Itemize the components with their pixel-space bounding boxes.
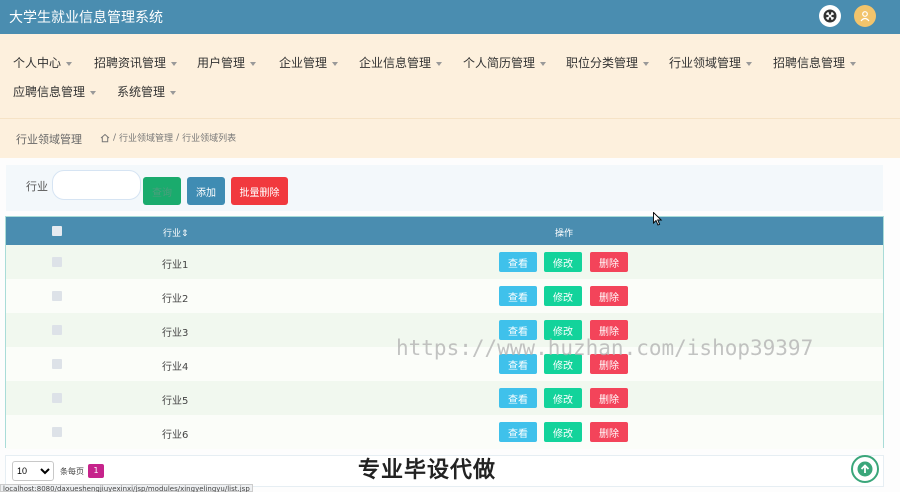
main-nav: 个人中心 招聘资讯管理 用户管理 企业管理 企业信息管理 个人简历管理 职位分类… [0, 34, 900, 118]
edit-button[interactable]: 修改 [544, 252, 582, 272]
industry-name: 行业6 [162, 430, 189, 441]
industry-name: 行业3 [162, 328, 189, 339]
view-button[interactable]: 查看 [499, 388, 537, 408]
fullscreen-icon[interactable] [819, 5, 841, 27]
page-title: 行业领域管理 [16, 133, 82, 146]
table-row: 行业4 查看 修改 删除 [6, 347, 883, 381]
edit-button[interactable]: 修改 [544, 422, 582, 442]
nav-item-applications[interactable]: 应聘信息管理 [13, 83, 97, 100]
expand-icon [823, 9, 837, 23]
caret-down-icon [170, 90, 177, 95]
nav-item-companies[interactable]: 企业管理 [279, 54, 339, 71]
view-button[interactable]: 查看 [499, 354, 537, 374]
industry-search-input[interactable] [52, 170, 141, 200]
back-to-top-button[interactable] [851, 455, 879, 483]
search-label: 行业 [26, 180, 48, 193]
edit-button[interactable]: 修改 [544, 354, 582, 374]
delete-button[interactable]: 删除 [590, 252, 628, 272]
table-row: 行业2 查看 修改 删除 [6, 279, 883, 313]
row-checkbox[interactable] [52, 393, 62, 403]
nav-item-resumes[interactable]: 个人简历管理 [463, 54, 547, 71]
row-checkbox[interactable] [52, 291, 62, 301]
industry-name: 行业5 [162, 396, 189, 407]
caret-down-icon [66, 61, 73, 66]
nav-item-recruit-news[interactable]: 招聘资讯管理 [94, 54, 178, 71]
app-title: 大学生就业信息管理系统 [9, 10, 163, 26]
delete-button[interactable]: 删除 [590, 320, 628, 340]
caret-down-icon [850, 61, 857, 66]
industry-name: 行业1 [162, 260, 189, 271]
edit-button[interactable]: 修改 [544, 388, 582, 408]
delete-button[interactable]: 删除 [590, 354, 628, 374]
breadcrumb-separator: / [176, 132, 180, 143]
caret-down-icon [332, 61, 339, 66]
table-header: 行业⇕ 操作 [6, 217, 883, 245]
table-row: 行业1 查看 修改 删除 [6, 245, 883, 279]
caret-down-icon [436, 61, 443, 66]
data-table: 行业⇕ 操作 行业1 查看 修改 删除 行业2 查看 修改 删除 行业3 查看 … [5, 216, 884, 449]
search-area: 行业 查询 添加 批量删除 [6, 165, 883, 211]
avatar[interactable] [854, 5, 876, 27]
caret-down-icon [90, 90, 97, 95]
breadcrumb-bar: 行业领域管理 / 行业领域管理 / 行业领域列表 [0, 118, 900, 158]
caret-down-icon [540, 61, 547, 66]
industry-name: 行业4 [162, 362, 189, 373]
nav-item-personal-center[interactable]: 个人中心 [13, 54, 73, 71]
view-button[interactable]: 查看 [499, 422, 537, 442]
row-checkbox[interactable] [52, 257, 62, 267]
breadcrumb-item[interactable]: 行业领域管理 [119, 131, 173, 144]
nav-item-system[interactable]: 系统管理 [117, 83, 177, 100]
breadcrumb: / 行业领域管理 / 行业领域列表 [100, 131, 236, 144]
edit-button[interactable]: 修改 [544, 286, 582, 306]
caret-down-icon [250, 61, 257, 66]
view-button[interactable]: 查看 [499, 286, 537, 306]
per-page-label: 条每页 [60, 467, 84, 476]
table-row: 行业5 查看 修改 删除 [6, 381, 883, 415]
top-bar: 大学生就业信息管理系统 [0, 0, 900, 34]
status-bar-url: localhost:8080/daxueshengjiuyexinxi/jsp/… [0, 484, 253, 492]
delete-button[interactable]: 删除 [590, 286, 628, 306]
nav-item-recruit-info[interactable]: 招聘信息管理 [773, 54, 857, 71]
caret-down-icon [171, 61, 178, 66]
batch-delete-button[interactable]: 批量删除 [231, 177, 288, 205]
mouse-cursor-icon [653, 212, 663, 226]
view-button[interactable]: 查看 [499, 252, 537, 272]
promo-text: 专业毕设代做 [358, 458, 497, 483]
arrow-up-icon [857, 461, 873, 477]
page-size-select[interactable]: 10 [12, 461, 54, 481]
nav-item-job-categories[interactable]: 职位分类管理 [566, 54, 650, 71]
edit-button[interactable]: 修改 [544, 320, 582, 340]
table-row: 行业6 查看 修改 删除 [6, 415, 883, 449]
search-button[interactable]: 查询 [143, 177, 181, 205]
delete-button[interactable]: 删除 [590, 422, 628, 442]
row-checkbox[interactable] [52, 359, 62, 369]
industry-name: 行业2 [162, 294, 189, 305]
select-all-checkbox[interactable] [52, 226, 62, 236]
add-button[interactable]: 添加 [187, 177, 225, 205]
row-checkbox[interactable] [52, 325, 62, 335]
breadcrumb-separator: / [113, 132, 117, 143]
view-button[interactable]: 查看 [499, 320, 537, 340]
user-icon [860, 11, 870, 22]
home-icon[interactable] [100, 133, 110, 143]
table-row: 行业3 查看 修改 删除 [6, 313, 883, 347]
column-header-actions: 操作 [555, 229, 574, 239]
nav-item-users[interactable]: 用户管理 [197, 54, 257, 71]
nav-item-industry-fields[interactable]: 行业领域管理 [669, 54, 753, 71]
page-number-current[interactable]: 1 [88, 464, 104, 478]
column-header-industry[interactable]: 行业⇕ [163, 226, 189, 239]
row-checkbox[interactable] [52, 427, 62, 437]
delete-button[interactable]: 删除 [590, 388, 628, 408]
caret-down-icon [643, 61, 650, 66]
nav-item-company-info[interactable]: 企业信息管理 [359, 54, 443, 71]
breadcrumb-item: 行业领域列表 [182, 134, 237, 144]
caret-down-icon [746, 61, 753, 66]
